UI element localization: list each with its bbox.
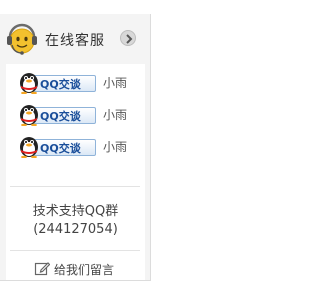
qq-chat-button[interactable]: QQ交谈 xyxy=(18,134,98,158)
qq-penguin-icon xyxy=(20,137,38,158)
agent-row: QQ交谈 小雨 xyxy=(18,100,143,128)
panel-title: 在线客服 xyxy=(45,33,105,49)
qq-chat-label: QQ交谈 xyxy=(40,110,81,123)
qq-chat-label: QQ交谈 xyxy=(40,78,81,91)
collapse-button[interactable] xyxy=(120,30,136,46)
panel-content: QQ交谈 小雨 QQ交谈 小雨 QQ交谈 小雨 技术支持QQ群 (2441270… xyxy=(6,64,145,280)
qq-chat-button[interactable]: QQ交谈 xyxy=(18,102,98,126)
divider xyxy=(10,250,140,251)
qq-penguin-icon xyxy=(20,105,38,126)
support-group-number: (244127054) xyxy=(33,222,118,237)
leave-message-link[interactable]: 给我们留言 xyxy=(34,260,124,277)
agent-name: 小雨 xyxy=(103,108,128,122)
online-service-panel: 在线客服 QQ交谈 小雨 QQ交谈 小雨 QQ交谈 小雨 技术支持QQ群 (24… xyxy=(0,14,151,281)
divider xyxy=(10,186,140,187)
leave-message-label: 给我们留言 xyxy=(54,263,115,277)
headset-agent-icon xyxy=(6,22,38,58)
qq-chat-button[interactable]: QQ交谈 xyxy=(18,70,98,94)
agent-row: QQ交谈 小雨 xyxy=(18,68,143,96)
panel-header: 在线客服 xyxy=(0,14,150,64)
agent-row: QQ交谈 小雨 xyxy=(18,132,143,160)
qq-penguin-icon xyxy=(20,73,38,94)
agent-name: 小雨 xyxy=(103,140,128,154)
edit-icon xyxy=(34,262,50,276)
agent-name: 小雨 xyxy=(103,76,128,90)
support-group-label: 技术支持QQ群 xyxy=(32,204,119,219)
chevron-right-icon xyxy=(126,34,133,44)
qq-chat-label: QQ交谈 xyxy=(40,142,81,155)
